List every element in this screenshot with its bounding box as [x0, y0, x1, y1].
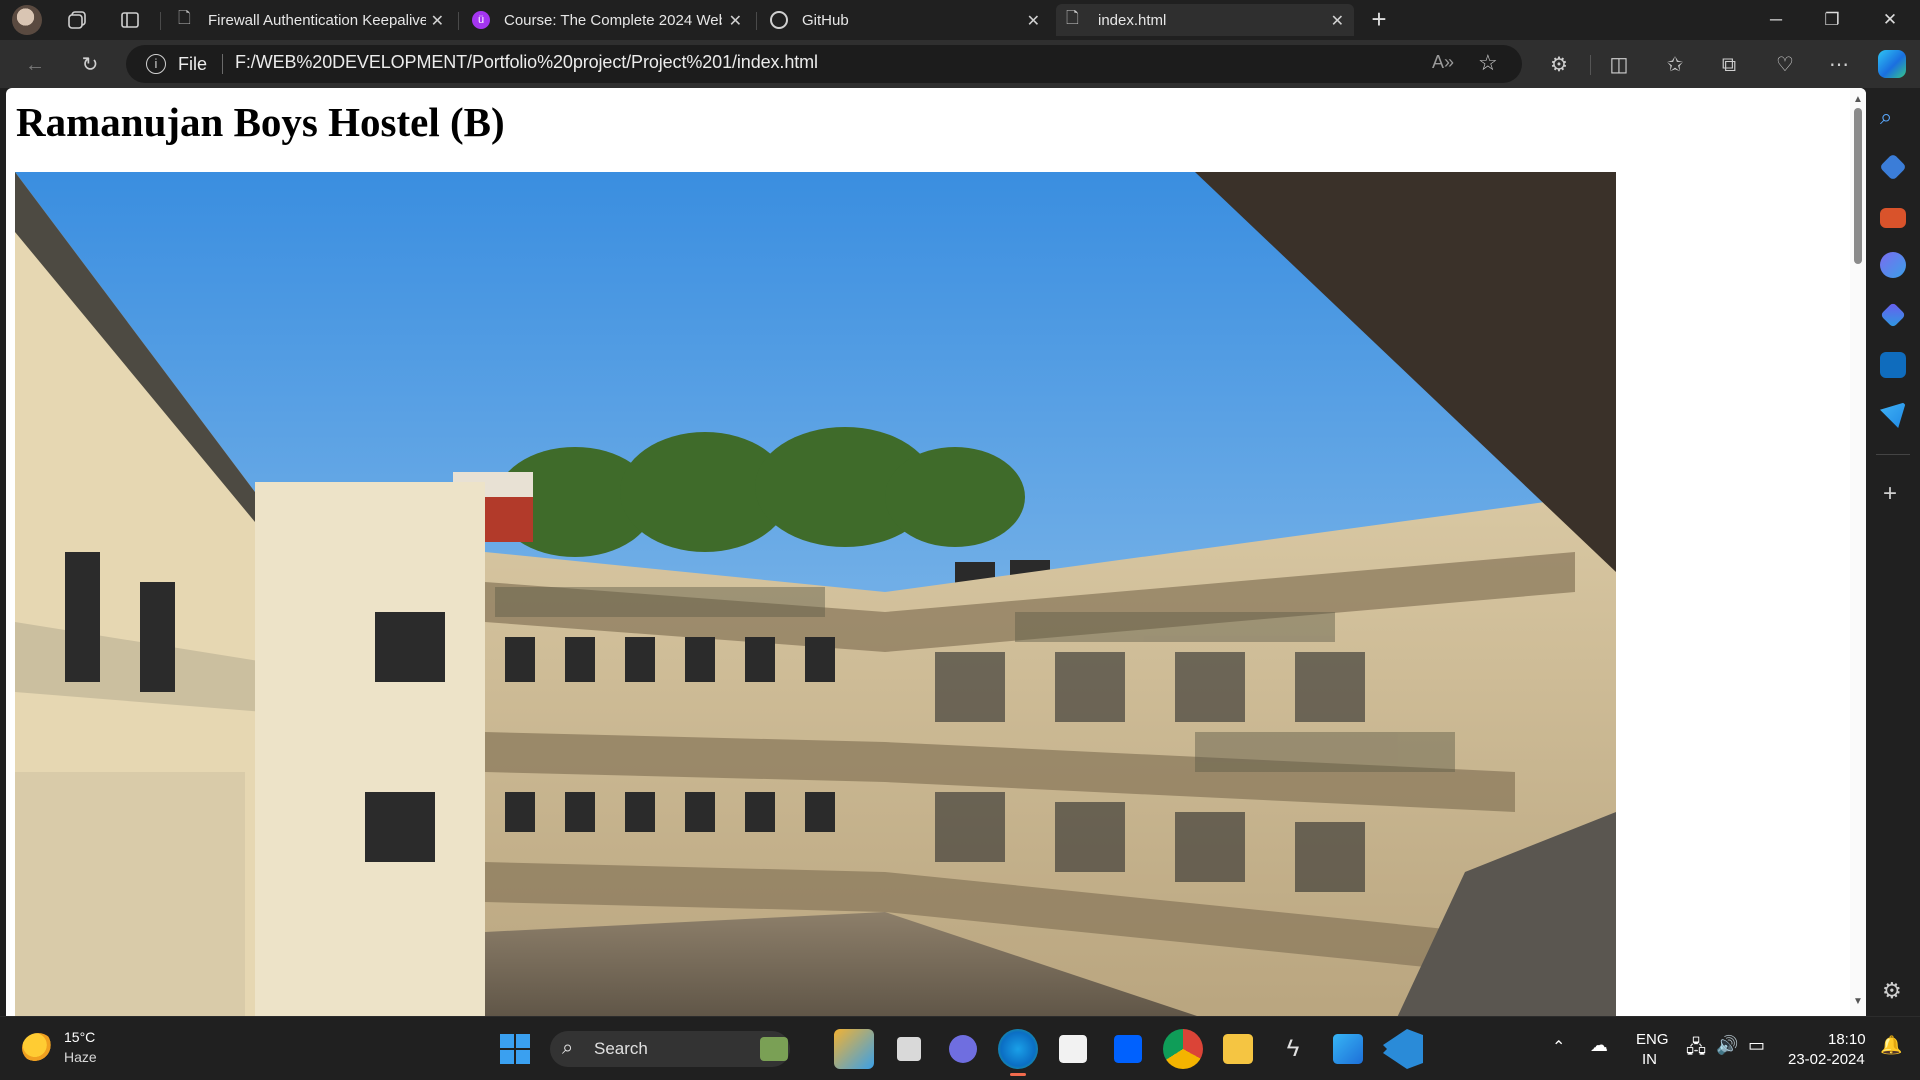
tab-actions-icon[interactable]	[119, 9, 141, 31]
scroll-thumb[interactable]	[1854, 108, 1862, 264]
notification-bell-icon[interactable]: 🔔	[1880, 1035, 1902, 1056]
page-viewport: Ramanujan Boys Hostel (B) ▲ ▼	[6, 88, 1866, 1016]
battery-icon[interactable]: ▭	[1748, 1035, 1765, 1056]
new-tab-button[interactable]: +	[1364, 4, 1394, 34]
dropbox-icon[interactable]	[1114, 1035, 1142, 1063]
edge-icon[interactable]	[998, 1029, 1038, 1069]
edge-sidebar: ⌕ + ⚙	[1866, 88, 1920, 1016]
close-tab-icon[interactable]: ✕	[1027, 11, 1040, 31]
github-icon	[770, 11, 788, 29]
tab-github[interactable]: GitHub ✕	[760, 4, 1050, 36]
close-window-button[interactable]: ✕	[1872, 6, 1908, 34]
page-icon: 🗋	[1066, 9, 1079, 27]
back-button[interactable]: ←	[20, 50, 50, 80]
teams-icon[interactable]	[949, 1035, 977, 1063]
send-icon[interactable]	[1880, 402, 1906, 428]
task-view-icon[interactable]	[897, 1037, 921, 1061]
scroll-up-arrow[interactable]: ▲	[1853, 94, 1863, 105]
clock-date[interactable]: 23-02-2024	[1788, 1051, 1865, 1068]
chrome-icon[interactable]	[1163, 1029, 1203, 1069]
network-icon[interactable]: 🖧	[1686, 1035, 1706, 1065]
copilot-icon[interactable]	[1878, 50, 1906, 78]
volume-icon[interactable]: 🔊	[1716, 1035, 1738, 1056]
toolbar-divider	[1590, 55, 1591, 75]
scheme-label: File	[178, 54, 208, 74]
tab-firewall[interactable]: 🗋 Firewall Authentication Keepalive ✕	[168, 4, 454, 36]
tab-separator	[160, 12, 161, 30]
favorites-icon[interactable]: ✩	[1660, 50, 1690, 80]
shopping-icon[interactable]	[1879, 153, 1907, 181]
address-divider	[222, 54, 223, 74]
sidebar-divider	[1876, 454, 1910, 455]
tab-separator	[458, 12, 459, 30]
search-placeholder: Search	[594, 1039, 648, 1058]
tab-index[interactable]: 🗋 index.html ✕	[1056, 4, 1354, 36]
tab-title: Firewall Authentication Keepalive	[208, 11, 426, 29]
taskbar-search-box[interactable]: ⌕ Search	[550, 1031, 790, 1067]
page-icon: 🗋	[178, 9, 191, 27]
paint-app-icon[interactable]	[1333, 1034, 1363, 1064]
restore-button[interactable]: ❐	[1814, 6, 1850, 34]
edge-active-indicator	[1010, 1073, 1026, 1076]
windows-taskbar: 15°C Haze ⌕ Search ϟ ⌃ ☁ ENG IN 🖧 🔊 ▭ 18…	[0, 1016, 1920, 1080]
page-scrollbar[interactable]: ▲ ▼	[1850, 88, 1866, 1016]
extensions-icon[interactable]: ⚙	[1544, 50, 1574, 80]
split-screen-icon[interactable]: ◫	[1604, 50, 1634, 80]
file-explorer-icon[interactable]	[1223, 1034, 1253, 1064]
copilot-preview-app-icon[interactable]	[834, 1029, 874, 1069]
close-tab-icon[interactable]: ✕	[1331, 11, 1344, 31]
hostel-photo	[15, 172, 1616, 1016]
favorite-star-icon[interactable]: ☆	[1478, 50, 1498, 76]
udemy-icon: ü	[472, 11, 490, 29]
tab-title: Course: The Complete 2024 Web	[504, 11, 722, 29]
store-icon[interactable]	[1059, 1035, 1087, 1063]
tab-title: index.html	[1098, 11, 1167, 29]
tools-icon[interactable]	[1880, 208, 1906, 228]
show-hidden-icons[interactable]: ⌃	[1552, 1037, 1565, 1057]
weather-condition[interactable]: Haze	[64, 1049, 97, 1065]
info-icon: i	[146, 54, 166, 74]
start-button[interactable]	[500, 1034, 530, 1064]
onedrive-icon[interactable]: ☁	[1590, 1035, 1608, 1056]
language-line-2[interactable]: IN	[1642, 1051, 1657, 1068]
refresh-button[interactable]: ↻	[75, 50, 105, 80]
performance-icon[interactable]: ♡	[1770, 50, 1800, 80]
browser-tab-bar: 🗋 Firewall Authentication Keepalive ✕ ü …	[0, 0, 1920, 40]
tab-separator	[756, 12, 757, 30]
search-highlight-icon	[760, 1037, 788, 1061]
more-menu-icon[interactable]: ⋯	[1824, 50, 1854, 80]
outlook-icon[interactable]	[1880, 352, 1906, 378]
search-icon: ⌕	[562, 1037, 574, 1059]
sidebar-settings-icon[interactable]: ⚙	[1882, 978, 1902, 1004]
language-line-1[interactable]: ENG	[1636, 1031, 1669, 1048]
tab-title: GitHub	[802, 11, 849, 29]
close-tab-icon[interactable]: ✕	[729, 11, 742, 31]
clock-time[interactable]: 18:10	[1828, 1031, 1866, 1048]
copilot-sidebar-icon[interactable]	[1880, 302, 1906, 328]
navigation-bar: ← ↻ i File A» ☆ F:/WEB%20DEVELOPMENT/Por…	[0, 40, 1920, 88]
read-aloud-icon[interactable]: A»	[1432, 52, 1454, 73]
page-title: Ramanujan Boys Hostel (B)	[16, 99, 505, 145]
minimize-button[interactable]: ─	[1758, 6, 1794, 34]
workspaces-icon[interactable]	[66, 9, 88, 31]
collections-icon[interactable]: ⧉	[1714, 50, 1744, 80]
vscode-icon[interactable]	[1383, 1029, 1423, 1069]
games-icon[interactable]	[1880, 252, 1906, 278]
scroll-down-arrow[interactable]: ▼	[1853, 996, 1863, 1007]
close-tab-icon[interactable]: ✕	[431, 11, 444, 31]
tab-course[interactable]: ü Course: The Complete 2024 Web ✕	[462, 4, 752, 36]
url-text[interactable]: F:/WEB%20DEVELOPMENT/Portfolio%20project…	[235, 52, 818, 73]
weather-temp[interactable]: 15°C	[64, 1029, 95, 1045]
profile-avatar[interactable]	[12, 5, 42, 35]
add-sidebar-app-icon[interactable]: +	[1883, 480, 1897, 508]
weather-icon[interactable]	[22, 1033, 54, 1063]
lightning-app-icon[interactable]: ϟ	[1273, 1029, 1313, 1069]
sidebar-search-icon[interactable]: ⌕	[1880, 104, 1892, 130]
